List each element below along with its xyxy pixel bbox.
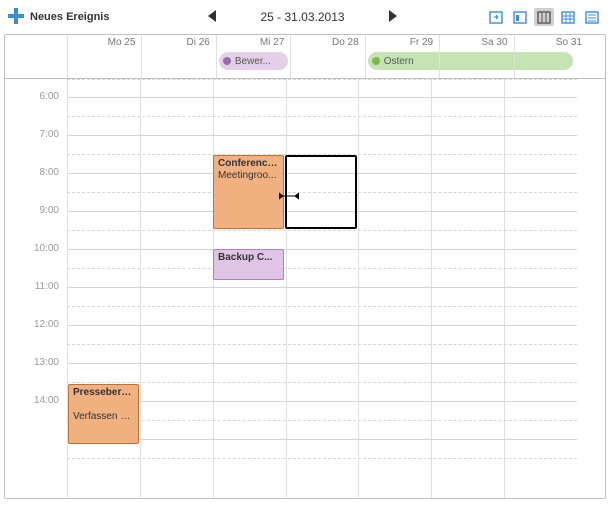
next-week-button[interactable] — [385, 6, 401, 29]
event-backup[interactable]: Backup C... — [213, 249, 284, 280]
view-month-button[interactable] — [558, 8, 578, 26]
view-day-button[interactable] — [510, 8, 530, 26]
event-title: Conference ... — [218, 158, 279, 170]
event-title: Backup C... — [218, 252, 279, 264]
event-body: Verfassen und — [73, 411, 134, 423]
hour-label: 10:00 — [34, 243, 59, 254]
day-header-so[interactable]: So 31 — [514, 35, 588, 78]
hour-label: 6:00 — [40, 91, 59, 102]
plus-icon — [8, 8, 24, 27]
date-range-label: 25 - 31.03.2013 — [260, 10, 344, 24]
view-agenda-button[interactable] — [582, 8, 602, 26]
prev-week-button[interactable] — [204, 6, 220, 29]
view-switcher — [486, 8, 602, 26]
hour-label: 8:00 — [40, 167, 59, 178]
allday-event-label: Ostern — [384, 56, 414, 67]
hour-label: 9:00 — [40, 205, 59, 216]
view-week-button[interactable] — [534, 8, 554, 26]
day-header-mi[interactable]: Mi 27 Bewer... — [216, 35, 290, 78]
hour-label: 13:00 — [34, 357, 59, 368]
day-column-fr[interactable] — [358, 79, 431, 498]
event-presse[interactable]: Presseberic... Verfassen und — [68, 384, 139, 444]
day-column-do[interactable] — [286, 79, 359, 498]
new-event-label: Neues Ereignis — [30, 11, 109, 23]
allday-event-label: Bewer... — [235, 56, 271, 67]
day-header-row: Mo 25 Di 26 Mi 27 Bewer... Do 28 Fr 29 O… — [5, 35, 605, 79]
hour-label: 14:00 — [34, 395, 59, 406]
day-column-di[interactable] — [140, 79, 213, 498]
event-dot — [372, 57, 380, 65]
event-conference[interactable]: Conference ... Meetingroo... — [213, 155, 284, 229]
day-header-mo[interactable]: Mo 25 — [67, 35, 141, 78]
day-column-mi[interactable] — [213, 79, 286, 498]
allday-event-bewer[interactable]: Bewer... — [219, 52, 288, 70]
day-header-fr[interactable]: Fr 29 Ostern — [365, 35, 439, 78]
event-title: Presseberic... — [73, 387, 134, 399]
calendar-frame: Mo 25 Di 26 Mi 27 Bewer... Do 28 Fr 29 O… — [4, 34, 606, 499]
event-dot — [223, 57, 231, 65]
day-column-so[interactable] — [504, 79, 577, 498]
hour-label: 11:00 — [35, 281, 59, 292]
day-header-sa[interactable]: Sa 30 — [439, 35, 513, 78]
day-column-sa[interactable] — [431, 79, 504, 498]
hour-label: 12:00 — [34, 319, 59, 330]
event-location: Meetingroo... — [218, 170, 279, 182]
view-go-today-button[interactable] — [486, 8, 506, 26]
new-event-button[interactable]: Neues Ereignis — [8, 8, 109, 27]
day-header-do[interactable]: Do 28 — [290, 35, 364, 78]
time-grid-scroll[interactable]: 6:00 7:00 8:00 9:00 10:00 11:00 12:00 13… — [5, 79, 605, 498]
event-drag-ghost[interactable] — [285, 155, 357, 229]
hour-label: 7:00 — [40, 129, 59, 140]
day-header-di[interactable]: Di 26 — [141, 35, 215, 78]
